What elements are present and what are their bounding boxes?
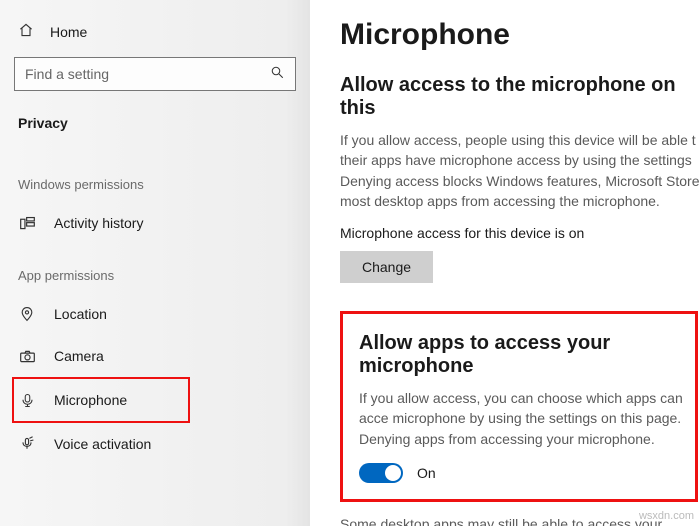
home-icon	[18, 22, 34, 41]
highlighted-section: Allow apps to access your microphone If …	[340, 311, 698, 502]
sidebar-item-label: Microphone	[54, 392, 127, 408]
sidebar-item-activity-history[interactable]: Activity history	[0, 202, 310, 244]
sidebar-item-label: Camera	[54, 348, 104, 364]
home-label: Home	[50, 24, 87, 40]
location-icon	[18, 305, 36, 323]
group-windows-permissions: Windows permissions	[0, 153, 310, 202]
search-icon	[270, 65, 285, 83]
app-access-toggle[interactable]	[359, 463, 403, 483]
category-heading: Privacy	[0, 105, 310, 153]
home-nav[interactable]: Home	[0, 14, 310, 53]
voice-activation-icon	[18, 435, 36, 453]
sidebar-item-label: Activity history	[54, 215, 143, 231]
watermark: wsxdn.com	[639, 510, 694, 522]
search-placeholder: Find a setting	[25, 66, 109, 82]
sidebar-item-label: Location	[54, 306, 107, 322]
section-heading-device-access: Allow access to the microphone on this	[340, 74, 700, 120]
page-title: Microphone	[340, 18, 700, 52]
device-access-status: Microphone access for this device is on	[340, 225, 700, 241]
search-input[interactable]: Find a setting	[14, 57, 296, 91]
toggle-state-label: On	[417, 465, 436, 481]
section-desc-device-access: If you allow access, people using this d…	[340, 130, 700, 211]
sidebar-item-label: Voice activation	[54, 436, 151, 452]
sidebar-item-voice-activation[interactable]: Voice activation	[0, 423, 310, 465]
sidebar-item-camera[interactable]: Camera	[0, 335, 310, 377]
camera-icon	[18, 347, 36, 365]
group-app-permissions: App permissions	[0, 244, 310, 293]
settings-sidebar: Home Find a setting Privacy Windows perm…	[0, 0, 310, 526]
change-button[interactable]: Change	[340, 251, 433, 283]
sidebar-item-microphone[interactable]: Microphone	[12, 377, 190, 423]
microphone-icon	[18, 391, 36, 409]
section-desc-app-access: If you allow access, you can choose whic…	[359, 388, 685, 449]
activity-history-icon	[18, 214, 36, 232]
main-content: Microphone Allow access to the microphon…	[310, 0, 700, 526]
sidebar-item-location[interactable]: Location	[0, 293, 310, 335]
section-heading-app-access: Allow apps to access your microphone	[359, 332, 685, 378]
